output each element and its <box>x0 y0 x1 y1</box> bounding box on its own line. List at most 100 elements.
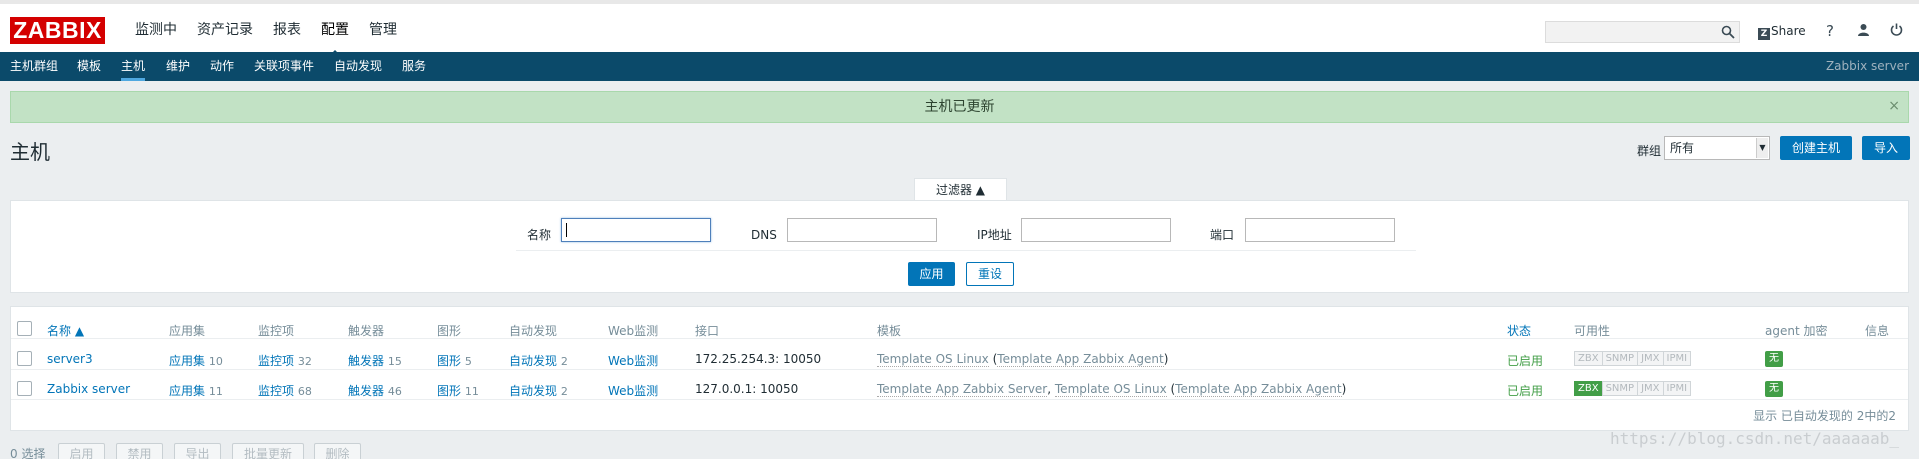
col-availability: 可用性 <box>1574 324 1611 338</box>
sub-menu: 主机群组 模板 主机 维护 动作 关联项事件 自动发现 服务 Zabbix se… <box>0 52 1919 81</box>
filter-dns-input[interactable] <box>787 218 937 242</box>
col-status[interactable]: 状态 <box>1507 322 1531 339</box>
templates-cell: Template OS Linux (Template App Zabbix A… <box>877 352 1168 367</box>
delete-button[interactable]: 删除 <box>314 443 361 459</box>
mass-action-bar: 0 选择 启用 禁用 导出 批量更新 删除 <box>10 441 410 459</box>
sub-actions[interactable]: 动作 <box>210 52 234 81</box>
success-message-text: 主机已更新 <box>924 99 995 115</box>
availability-badges: ZBX SNMP JMX IPMI <box>1574 380 1692 396</box>
filter-panel: 名称 DNS IP地址 端口 应用 重设 <box>10 200 1909 293</box>
row-divider <box>11 369 1908 370</box>
user-profile-icon[interactable] <box>1853 21 1873 41</box>
discovery-count: 2 <box>560 385 568 398</box>
template-link[interactable]: Template App Zabbix Agent <box>1175 382 1342 397</box>
mass-update-button[interactable]: 批量更新 <box>232 443 304 459</box>
group-select[interactable]: 所有 ▼ <box>1664 136 1770 160</box>
success-message: 主机已更新 × <box>10 91 1909 123</box>
filter-port-input[interactable] <box>1245 218 1395 242</box>
apps-link[interactable]: 应用集 <box>169 384 205 398</box>
col-triggers: 触发器 <box>348 324 385 338</box>
apps-count: 10 <box>208 355 223 368</box>
sub-host-groups[interactable]: 主机群组 <box>10 52 58 81</box>
interface-cell: 127.0.0.1: 10050 <box>695 382 799 396</box>
filter-ip-input[interactable] <box>1021 218 1171 242</box>
graphs-link[interactable]: 图形 <box>437 384 461 398</box>
help-icon[interactable]: ? <box>1820 21 1840 41</box>
chevron-down-icon: ▼ <box>1756 138 1768 158</box>
host-name-link[interactable]: Zabbix server <box>47 382 130 396</box>
col-templates: 模板 <box>877 324 902 338</box>
discovery-link[interactable]: 自动发现 <box>509 354 557 368</box>
disable-button[interactable]: 禁用 <box>116 443 163 459</box>
export-button[interactable]: 导出 <box>174 443 221 459</box>
template-paren-open: ( <box>988 352 998 366</box>
watermark: https://blog.csdn.net/aaaaaab_ <box>1610 429 1899 448</box>
menu-inventory[interactable]: 资产记录 <box>187 4 263 56</box>
enable-button[interactable]: 启用 <box>58 443 105 459</box>
status-toggle[interactable]: 已启用 <box>1507 352 1544 370</box>
items-link[interactable]: 监控项 <box>258 354 294 368</box>
template-link[interactable]: Template OS Linux <box>877 352 989 367</box>
snmp-badge: SNMP <box>1601 351 1639 366</box>
share-link[interactable]: Z Share <box>1758 24 1806 40</box>
discovery-count: 2 <box>560 355 568 368</box>
filter-name-label: 名称 <box>527 228 552 242</box>
header-divider <box>11 338 1908 339</box>
zbx-badge: ZBX <box>1574 381 1603 396</box>
template-link[interactable]: Template App Zabbix Agent <box>997 352 1164 367</box>
col-encryption: agent 加密 <box>1765 324 1828 338</box>
filter-reset-button[interactable]: 重设 <box>966 262 1014 286</box>
close-icon[interactable]: × <box>1888 91 1900 121</box>
template-link[interactable]: Template App Zabbix Server <box>877 382 1048 397</box>
template-link[interactable]: Template OS Linux <box>1054 382 1167 397</box>
logout-icon[interactable] <box>1886 21 1906 41</box>
template-paren-open: ( <box>1166 382 1176 396</box>
main-menu: 监测中 资产记录 报表 配置 管理 <box>125 4 407 56</box>
server-name: Zabbix server <box>1825 59 1909 73</box>
zabbix-logo[interactable]: ZABBIX <box>10 17 105 44</box>
discovery-link[interactable]: 自动发现 <box>509 384 557 398</box>
apps-cell: 应用集 11 <box>169 382 223 399</box>
items-cell: 监控项 32 <box>258 352 312 369</box>
filter-toggle-tab[interactable]: 过滤器 ▲ <box>914 178 1007 201</box>
global-search-input[interactable] <box>1545 21 1740 43</box>
triggers-link[interactable]: 触发器 <box>348 384 384 398</box>
templates-cell: Template App Zabbix Server, Template OS … <box>877 382 1347 397</box>
triggers-link[interactable]: 触发器 <box>348 354 384 368</box>
row-checkbox[interactable] <box>17 351 32 366</box>
template-separator: , <box>1047 382 1055 396</box>
select-all-checkbox[interactable] <box>17 321 32 336</box>
filter-apply-button[interactable]: 应用 <box>908 262 955 286</box>
col-interface: 接口 <box>695 324 720 338</box>
row-checkbox[interactable] <box>17 381 32 396</box>
sub-services[interactable]: 服务 <box>402 52 426 81</box>
sub-hosts[interactable]: 主机 <box>121 52 146 81</box>
sub-maintenance[interactable]: 维护 <box>166 52 190 81</box>
graphs-count: 11 <box>464 385 479 398</box>
ipmi-badge: IPMI <box>1662 351 1692 366</box>
menu-configuration[interactable]: 配置 <box>311 4 359 56</box>
template-paren-close: ) <box>1341 382 1347 396</box>
sub-discovery[interactable]: 自动发现 <box>334 52 382 81</box>
menu-monitoring[interactable]: 监测中 <box>125 4 187 56</box>
menu-administration[interactable]: 管理 <box>359 4 407 56</box>
graphs-link[interactable]: 图形 <box>437 354 461 368</box>
filter-name-input[interactable] <box>561 218 711 242</box>
apps-count: 11 <box>208 385 223 398</box>
create-host-button[interactable]: 创建主机 <box>1780 136 1852 160</box>
col-name[interactable]: 名称 ▲ <box>47 322 84 339</box>
host-name-link[interactable]: server3 <box>47 352 93 366</box>
menu-reports[interactable]: 报表 <box>263 4 311 56</box>
col-items: 监控项 <box>258 324 295 338</box>
web-link[interactable]: Web监测 <box>608 352 658 369</box>
sub-templates[interactable]: 模板 <box>77 52 101 81</box>
web-link[interactable]: Web监测 <box>608 382 658 399</box>
hosts-table: 名称 ▲ 应用集 监控项 触发器 图形 自动发现 Web监测 接口 模板 状态 … <box>10 306 1909 431</box>
page-title: 主机 <box>10 140 50 164</box>
items-link[interactable]: 监控项 <box>258 384 294 398</box>
search-icon[interactable] <box>1721 25 1735 39</box>
import-button[interactable]: 导入 <box>1862 136 1910 160</box>
status-toggle[interactable]: 已启用 <box>1507 382 1544 400</box>
sub-correlation[interactable]: 关联项事件 <box>254 52 314 81</box>
apps-link[interactable]: 应用集 <box>169 354 205 368</box>
